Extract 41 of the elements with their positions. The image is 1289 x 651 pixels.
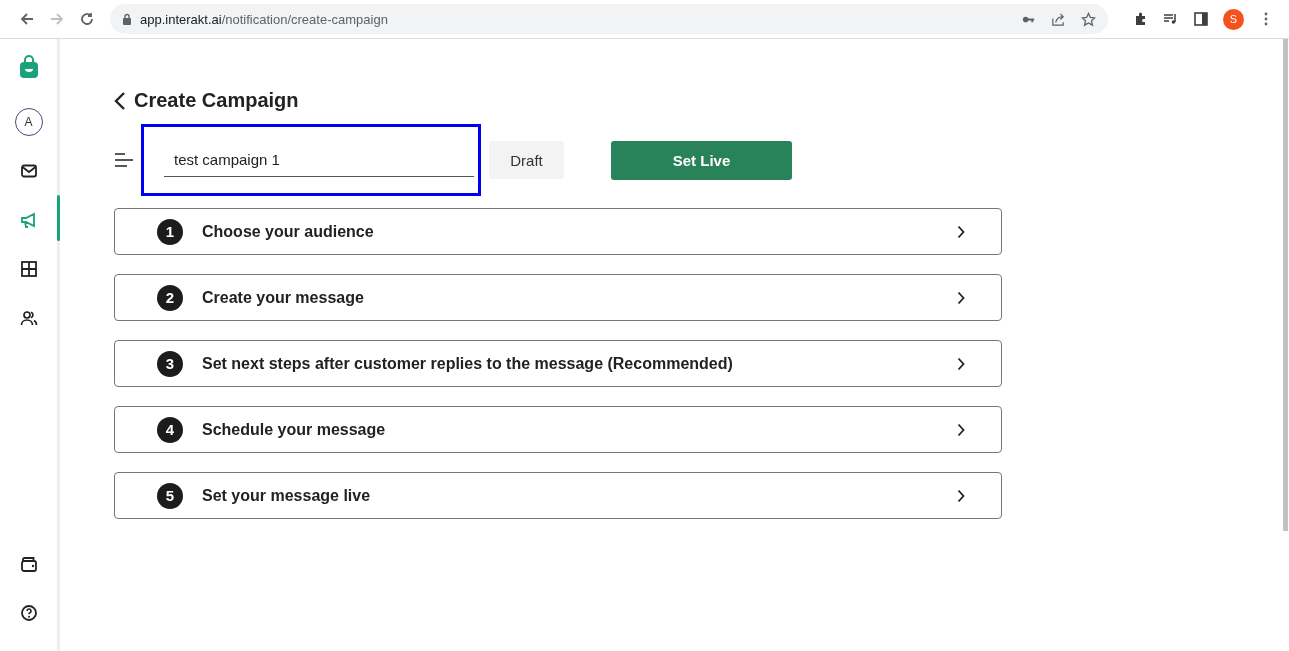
page-title: Create Campaign — [134, 89, 299, 112]
people-icon[interactable] — [19, 308, 38, 327]
step-row[interactable]: 5 Set your message live — [114, 472, 1002, 519]
star-icon[interactable] — [1081, 11, 1096, 27]
step-row[interactable]: 3 Set next steps after customer replies to the message (Recommended) — [114, 340, 1002, 387]
side-panel-icon[interactable] — [1193, 11, 1209, 27]
menu-lines-icon[interactable] — [114, 153, 134, 167]
megaphone-icon[interactable] — [19, 210, 38, 229]
wallet-icon[interactable] — [19, 554, 38, 573]
step-title: Set next steps after customer replies to the message (Recommended) — [202, 354, 734, 373]
help-icon[interactable] — [19, 603, 38, 622]
address-bar[interactable]: app.interakt.ai/notification/create-campaign — [110, 4, 1108, 34]
step-number: 2 — [157, 284, 183, 311]
step-row[interactable]: 2 Create your message — [114, 274, 1002, 321]
chevron-right-icon — [957, 488, 965, 503]
step-row[interactable]: 4 Schedule your message — [114, 406, 1002, 453]
chevron-right-icon — [957, 356, 965, 371]
chevron-right-icon — [957, 224, 965, 239]
chevron-right-icon — [957, 290, 965, 305]
step-title: Choose your audience — [202, 222, 375, 241]
step-number: 5 — [157, 482, 183, 509]
draft-button[interactable]: Draft — [489, 141, 564, 179]
back-chevron-icon[interactable] — [114, 90, 126, 111]
lock-icon — [122, 13, 132, 25]
media-queue-icon[interactable] — [1163, 11, 1179, 27]
step-row[interactable]: 1 Choose your audience — [114, 208, 1002, 255]
set-live-button[interactable]: Set Live — [611, 140, 792, 180]
step-title: Schedule your message — [202, 420, 387, 439]
share-icon[interactable] — [1051, 11, 1066, 27]
step-number: 1 — [157, 218, 183, 245]
scrollbar[interactable] — [1283, 39, 1288, 531]
back-icon[interactable] — [19, 11, 35, 27]
step-title: Set your message live — [202, 486, 372, 505]
chevron-right-icon — [957, 422, 965, 437]
step-title: Create your message — [202, 288, 365, 307]
grid-icon[interactable] — [19, 259, 38, 278]
step-number: 4 — [157, 416, 183, 443]
reload-icon[interactable] — [79, 11, 95, 27]
active-indicator — [57, 195, 60, 241]
bag-logo-icon[interactable] — [18, 55, 39, 79]
step-number: 3 — [157, 350, 183, 377]
